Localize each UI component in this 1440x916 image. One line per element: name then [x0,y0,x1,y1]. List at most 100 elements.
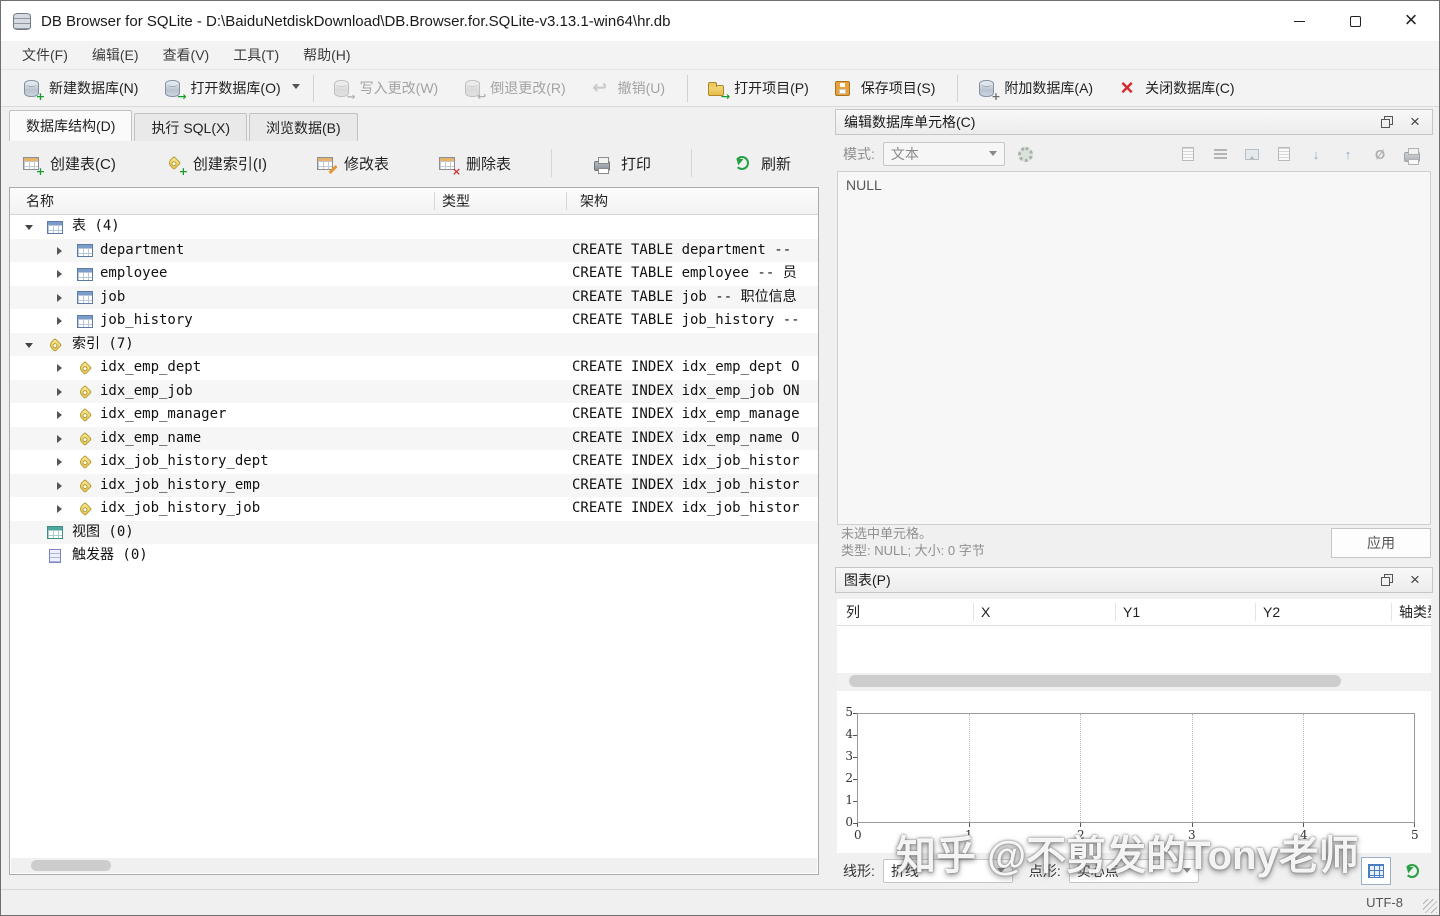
write-changes-icon [332,78,352,98]
chevron-right-icon[interactable] [54,480,64,492]
column-header-type[interactable]: 类型 [442,188,470,214]
tree-row-idx-job-history-dept[interactable]: idx_job_history_dept CREATE INDEX idx_jo… [10,450,818,474]
menu-help[interactable]: 帮助(H) [292,42,361,68]
chevron-right-icon[interactable] [54,409,64,421]
table-icon [76,312,94,330]
tree-row-idx-emp-job[interactable]: idx_emp_job CREATE INDEX idx_emp_job ON [10,379,818,403]
open-database-button[interactable]: 打开数据库(O) [152,73,290,103]
horizontal-scrollbar[interactable] [11,858,817,873]
save-project-button[interactable]: 保存项目(S) [823,73,946,103]
tree-row-job[interactable]: job CREATE TABLE job -- 职位信息 [10,285,818,309]
horizontal-scrollbar[interactable] [837,673,1431,689]
new-database-button[interactable]: 新建数据库(N) [11,73,148,103]
tree-item-name: idx_job_history_emp [100,476,261,493]
chart-col-column[interactable]: 列 [846,599,860,625]
chart-col-x[interactable]: X [981,599,990,625]
tree-group-triggers[interactable]: 触发器 (0) [10,544,818,568]
refresh-icon [1405,864,1419,878]
tree-group-indices[interactable]: 索引 (7) [10,332,818,356]
open-project-button[interactable]: 打开项目(P) [696,73,819,103]
tab-execute-sql[interactable]: 执行 SQL(X) [134,113,248,141]
maximize-button[interactable] [1327,1,1383,41]
close-button[interactable] [1383,1,1439,41]
chart-col-axis-type[interactable]: 轴类型 [1399,599,1431,625]
create-index-icon [164,153,184,173]
chevron-right-icon[interactable] [54,268,64,280]
scrollbar-thumb[interactable] [31,860,111,871]
chevron-right-icon[interactable] [54,315,64,327]
refresh-button[interactable]: 刷新 [724,147,799,180]
chevron-right-icon[interactable] [54,386,64,398]
index-icon [76,453,94,471]
tree-row-department[interactable]: department CREATE TABLE department -- [10,238,818,262]
tab-database-structure[interactable]: 数据库结构(D) [9,110,133,141]
undo-button[interactable]: 撤销(U) [580,73,675,103]
float-panel-button[interactable] [1378,571,1396,589]
import-cell-button[interactable] [1303,142,1329,166]
scrollbar-thumb[interactable] [849,675,1341,687]
chevron-right-icon[interactable] [54,245,64,257]
minimize-button[interactable] [1271,1,1327,41]
load-all-data-button[interactable] [1399,859,1425,883]
tree-row-idx-emp-manager[interactable]: idx_emp_manager CREATE INDEX idx_emp_man… [10,403,818,427]
chevron-down-icon[interactable] [24,339,34,351]
image-view-button[interactable] [1239,142,1265,166]
tree-group-views[interactable]: 视图 (0) [10,520,818,544]
copy-cell-button[interactable] [1271,142,1297,166]
resize-grip[interactable] [1423,899,1437,913]
float-icon [1381,118,1390,128]
column-header-name[interactable]: 名称 [26,188,54,214]
cell-content-editor[interactable]: NULL [837,171,1431,525]
chevron-right-icon[interactable] [54,503,64,515]
tree-row-employee[interactable]: employee CREATE TABLE employee -- 员 [10,262,818,286]
header-separator [1255,603,1256,621]
menu-view[interactable]: 查看(V) [152,42,221,68]
chart-col-y2[interactable]: Y2 [1263,599,1280,625]
tree-row-idx-emp-name[interactable]: idx_emp_name CREATE INDEX idx_emp_name O [10,426,818,450]
word-wrap-button[interactable] [1207,142,1233,166]
set-null-button[interactable] [1367,142,1393,166]
create-table-button[interactable]: 创建表(C) [13,147,124,180]
attach-database-button[interactable]: 附加数据库(A) [966,73,1103,103]
revert-changes-button[interactable]: 倒退更改(R) [452,73,575,103]
column-header-schema[interactable]: 架构 [580,188,608,214]
menu-tools[interactable]: 工具(T) [222,42,290,68]
save-chart-image-button[interactable] [1361,857,1391,885]
float-panel-button[interactable] [1378,113,1396,131]
chevron-right-icon[interactable] [54,292,64,304]
auto-mode-settings-button[interactable] [1013,142,1039,166]
statusbar: UTF-8 [1,889,1439,915]
delete-table-button[interactable]: 删除表 [429,147,519,180]
view-icon [46,524,64,542]
point-shape-combobox[interactable]: 实心点 [1068,859,1199,883]
plot-canvas [857,713,1415,823]
tree-row-idx-job-history-job[interactable]: idx_job_history_job CREATE INDEX idx_job… [10,497,818,521]
tree-row-idx-job-history-emp[interactable]: idx_job_history_emp CREATE INDEX idx_job… [10,473,818,497]
chart-col-y1[interactable]: Y1 [1123,599,1140,625]
apply-button[interactable]: 应用 [1331,528,1431,558]
create-index-button[interactable]: 创建索引(I) [156,147,275,180]
print-cell-button[interactable] [1399,142,1425,166]
menu-edit[interactable]: 编辑(E) [81,42,150,68]
tab-browse-data[interactable]: 浏览数据(B) [249,113,358,141]
chevron-down-icon[interactable] [24,221,34,233]
close-panel-button[interactable] [1406,113,1424,131]
mode-combobox[interactable]: 文本 [882,142,1005,166]
chevron-right-icon[interactable] [54,362,64,374]
write-changes-button[interactable]: 写入更改(W) [322,73,449,103]
tree-group-tables[interactable]: 表 (4) [10,215,818,239]
open-database-dropdown[interactable] [289,75,303,101]
line-type-combobox[interactable]: 折线 [882,859,1013,883]
close-database-button[interactable]: 关闭数据库(C) [1107,73,1244,103]
text-document-button[interactable] [1175,142,1201,166]
chevron-right-icon[interactable] [54,456,64,468]
print-button[interactable]: 打印 [584,147,659,180]
menu-file[interactable]: 文件(F) [11,42,79,68]
export-cell-button[interactable] [1335,142,1361,166]
tree-row-job-history[interactable]: job_history CREATE TABLE job_history -- [10,309,818,333]
chevron-right-icon[interactable] [54,433,64,445]
modify-table-button[interactable]: 修改表 [307,147,397,180]
header-separator [566,192,567,210]
close-panel-button[interactable] [1406,571,1424,589]
tree-row-idx-emp-dept[interactable]: idx_emp_dept CREATE INDEX idx_emp_dept O [10,356,818,380]
